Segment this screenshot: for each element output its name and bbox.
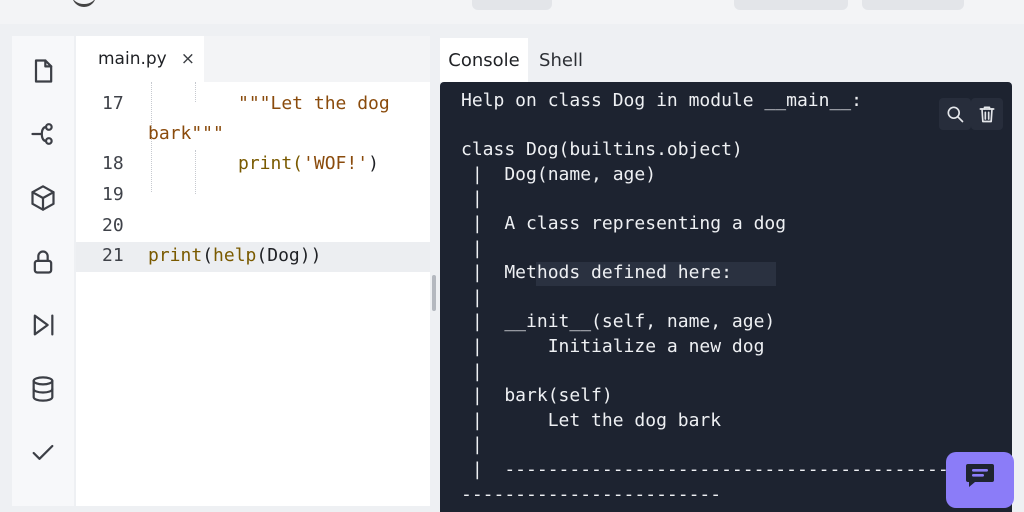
line-number: 20 xyxy=(102,215,124,236)
console-line: ------------------------ xyxy=(461,483,722,505)
console-line: class Dog(builtins.object) xyxy=(461,139,743,161)
top-bar-button[interactable] xyxy=(862,0,964,10)
pane-resize-handle[interactable] xyxy=(432,275,436,311)
search-icon[interactable] xyxy=(939,98,971,130)
console-line: | bark(self) xyxy=(461,385,613,407)
top-bar-control[interactable] xyxy=(472,0,552,10)
console-line: | A class representing a dog xyxy=(461,213,787,234)
check-icon[interactable] xyxy=(26,436,60,470)
line-number: 19 xyxy=(102,184,124,205)
app-logo-icon[interactable] xyxy=(72,0,96,7)
console-line: | Initialize a new dog xyxy=(461,336,765,357)
console-output[interactable]: Help on class Dog in module __main__:cla… xyxy=(440,82,1012,512)
file-icon[interactable] xyxy=(26,54,60,88)
sidebar xyxy=(12,36,74,506)
top-bar xyxy=(0,0,1024,24)
console-line: | xyxy=(461,237,483,259)
chat-icon xyxy=(966,464,994,487)
code-editor[interactable]: main.py × """ 17 """Let the dog bark""" … xyxy=(76,36,430,506)
indent-guide xyxy=(195,150,196,194)
console-line: | __init__(self, name, age) xyxy=(461,311,776,333)
lock-icon[interactable] xyxy=(26,245,60,279)
code-line-wrap: bark""" xyxy=(148,123,224,144)
trash-icon[interactable] xyxy=(971,98,1003,130)
line-number: 17 xyxy=(102,93,124,114)
console-line: Help on class Dog in module __main__: xyxy=(461,90,862,111)
code-line: print(help(Dog)) xyxy=(148,245,322,266)
console-line: | Methods defined here: xyxy=(461,262,732,284)
console-line: | xyxy=(461,434,483,456)
code-line: print('WOF!') xyxy=(238,153,379,174)
console-line: | Let the dog bark xyxy=(461,409,722,431)
git-branch-icon[interactable] xyxy=(26,117,60,151)
top-bar-button[interactable] xyxy=(734,0,848,10)
console-line: | Dog(name, age) xyxy=(461,163,657,185)
console-line: | xyxy=(461,188,483,210)
console-line: | xyxy=(461,360,483,382)
console-line: | --------------------------------------… xyxy=(471,459,1012,480)
package-icon[interactable] xyxy=(26,181,60,215)
line-number: 18 xyxy=(102,153,124,174)
tab-shell[interactable]: Shell xyxy=(528,38,594,82)
code-area[interactable]: 17 """Let the dog bark""" 18 print('WOF!… xyxy=(76,36,430,506)
indent-guide xyxy=(195,82,196,102)
tab-console[interactable]: Console xyxy=(440,38,528,82)
code-line: """Let the dog xyxy=(238,93,390,114)
run-step-icon[interactable] xyxy=(26,308,60,342)
database-icon[interactable] xyxy=(26,372,60,406)
line-number: 21 xyxy=(102,245,124,266)
console-line: | xyxy=(461,286,483,308)
